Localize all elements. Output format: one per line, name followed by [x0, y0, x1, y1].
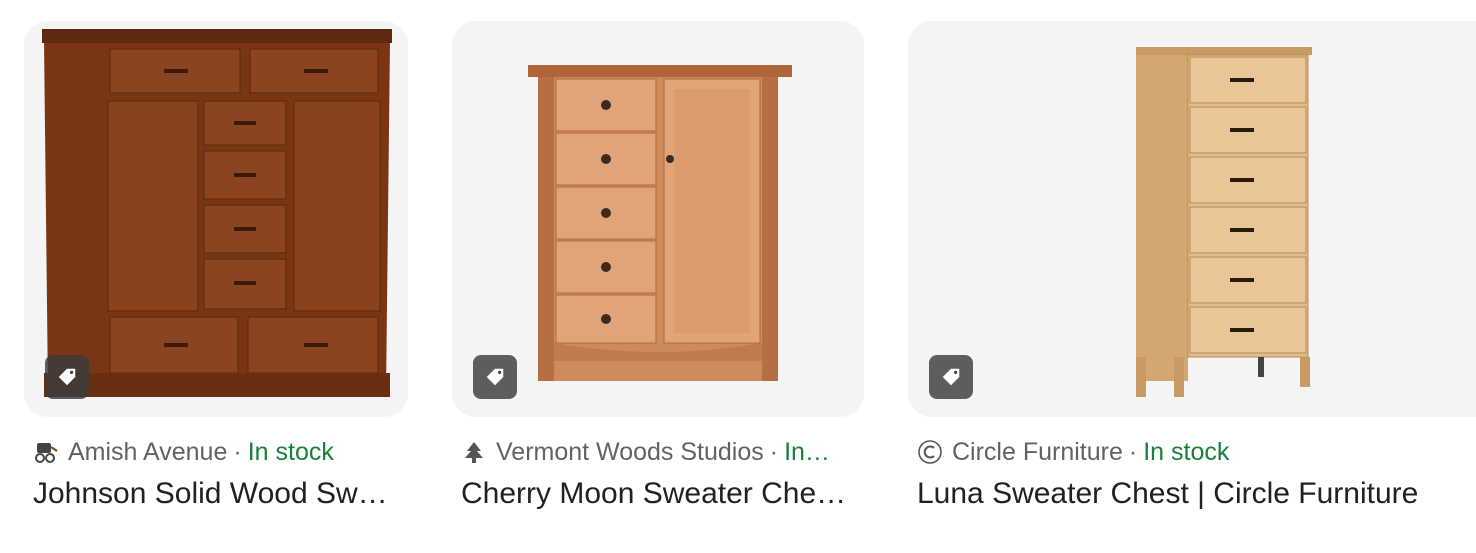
result-meta: Vermont Woods Studios · In… [461, 436, 861, 468]
availability-status: In… [784, 437, 830, 466]
result-meta: Circle Furniture · In stock [917, 436, 1229, 468]
product-image-luna[interactable] [908, 21, 1476, 417]
availability-status: In stock [247, 437, 334, 466]
separator: · [1128, 437, 1138, 466]
amish-buggy-icon [33, 439, 59, 465]
product-image-cherry-moon[interactable] [452, 21, 864, 417]
price-tag-icon [929, 355, 973, 399]
price-tag-icon [45, 355, 89, 399]
availability-status: In stock [1143, 437, 1230, 466]
circle-c-icon [917, 439, 943, 465]
product-title-link[interactable]: Cherry Moon Sweater Che… [461, 474, 861, 514]
source-name: Vermont Woods Studios [496, 437, 764, 466]
tall-chest-illustration [1136, 47, 1312, 397]
separator: · [233, 437, 242, 466]
result-meta: Amish Avenue · In stock [33, 436, 334, 468]
product-title-link[interactable]: Luna Sweater Chest | Circle Furniture [917, 474, 1467, 514]
source-name: Amish Avenue [68, 437, 228, 466]
tree-logo-icon [461, 439, 487, 465]
price-tag-icon [473, 355, 517, 399]
product-title-link[interactable]: Johnson Solid Wood Sw… [33, 474, 403, 514]
product-image-johnson[interactable] [24, 21, 408, 417]
source-name: Circle Furniture [952, 437, 1123, 466]
separator: · [769, 437, 779, 466]
